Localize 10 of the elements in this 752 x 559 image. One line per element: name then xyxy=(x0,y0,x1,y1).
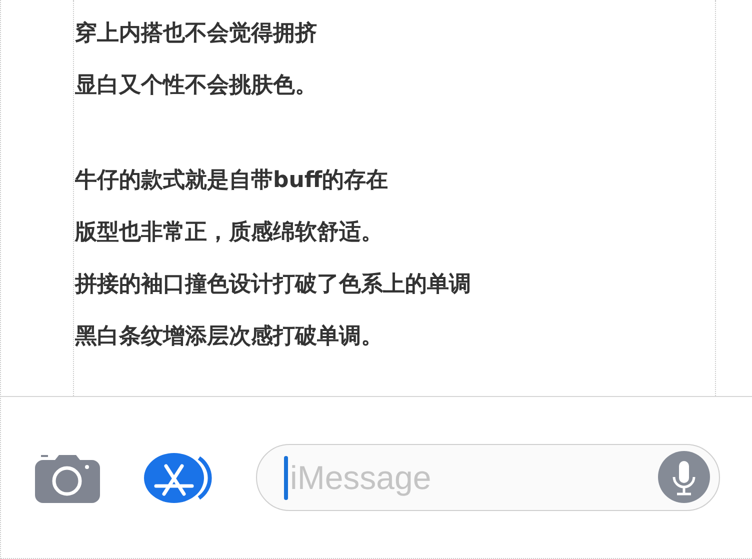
app-store-icon[interactable] xyxy=(144,452,212,504)
text-cursor xyxy=(284,456,288,500)
camera-icon[interactable] xyxy=(35,452,100,502)
microphone-icon[interactable] xyxy=(658,451,710,503)
message-text: 黑白条纹增添层次感打破单调。 xyxy=(75,324,383,349)
message-text: 显白又个性不会挑肤色。 xyxy=(75,73,317,98)
message-text: 拼接的袖口撞色设计打破了色系上的单调 xyxy=(75,272,471,297)
message-text: 穿上内搭也不会觉得拥挤 xyxy=(75,21,317,46)
message-text: 版型也非常正，质感绵软舒适。 xyxy=(75,220,383,245)
message-text: 牛仔的款式就是自带buff的存在 xyxy=(75,168,388,193)
